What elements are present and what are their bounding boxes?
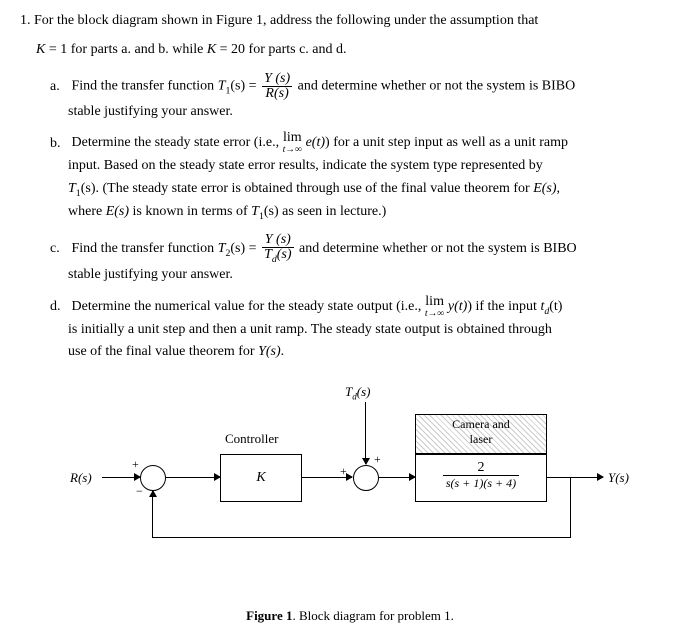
plant-box: 2 s(s + 1)(s + 4) [415, 454, 547, 502]
intro-line-1: 1. For the block diagram shown in Figure… [20, 10, 680, 31]
var-k: K [256, 470, 265, 485]
plus-sign: + [132, 457, 139, 472]
y-of-t: y(t) [444, 299, 467, 314]
text: is known in terms of [129, 204, 251, 219]
plus-sign-2: + [340, 464, 347, 479]
e-of-t: e(t) [302, 136, 325, 151]
text: Find the transfer function [72, 241, 218, 256]
part-d: d. Determine the numerical value for the… [50, 295, 680, 364]
text: . [281, 344, 285, 359]
var-es: E(s) [533, 181, 556, 196]
var-t: T [251, 204, 259, 219]
var-t: T [68, 181, 76, 196]
arrow-to-y [547, 477, 603, 478]
lim-sub: t→∞ [283, 145, 303, 155]
plant-denominator: s(s + 1)(s + 4) [443, 476, 519, 491]
text: = 1 for parts a. and b. while [45, 42, 206, 57]
td-paren: (t) [549, 299, 562, 314]
paren: (s) = [230, 79, 260, 94]
fb-down [570, 477, 571, 537]
arrow-to-controller [166, 477, 220, 478]
y-label: Y(s) [608, 470, 629, 486]
text: where [68, 204, 106, 219]
fb-up [152, 491, 153, 537]
text: ) for a unit step input as well as a uni… [325, 136, 568, 151]
denominator: Td(s) [262, 248, 293, 265]
numerator: Y (s) [262, 233, 293, 248]
arrow-to-plant [379, 477, 415, 478]
part-a: a. Find the transfer function T1(s) = Y … [50, 72, 680, 123]
fraction: Y (s)R(s) [262, 72, 292, 101]
text: Find the transfer function [72, 79, 218, 94]
td-arrow [365, 402, 366, 464]
plus-sign-3: + [374, 452, 381, 467]
denominator: R(s) [262, 87, 292, 101]
plant-numerator: 2 [443, 460, 519, 476]
text: (s). (The steady state error is obtained… [81, 181, 534, 196]
var-k: K [36, 42, 45, 57]
lim-text: lim [425, 295, 445, 309]
text: , [557, 181, 561, 196]
lim-text: lim [283, 131, 303, 145]
text: input. Based on the steady state error r… [68, 158, 543, 173]
figure-caption: Figure 1. Block diagram for problem 1. [20, 608, 680, 624]
text: Determine the numerical value for the st… [72, 299, 425, 314]
var-es: E(s) [106, 204, 129, 219]
summing-junction-2 [353, 465, 379, 491]
paren: (s) = [230, 241, 260, 256]
text: and determine whether or not the system … [294, 79, 575, 94]
text: is initially a unit step and then a unit… [68, 322, 552, 337]
summing-junction-1 [140, 465, 166, 491]
label-c: c. [50, 238, 68, 260]
fraction: Y (s)Td(s) [262, 233, 293, 265]
text: ) if the input [467, 299, 540, 314]
controller-box: K [220, 454, 302, 502]
lim-sub: t→∞ [425, 309, 445, 319]
label-a: a. [50, 76, 68, 98]
text: use of the final value theorem for [68, 344, 258, 359]
part-c: c. Find the transfer function T2(s) = Y … [50, 233, 680, 287]
label-d: d. [50, 296, 68, 318]
intro-line-2: K = 1 for parts a. and b. while K = 20 f… [36, 39, 680, 60]
text: = 20 for parts c. and d. [216, 42, 346, 57]
camera-laser-label-box: Camera andlaser [415, 414, 547, 454]
numerator: Y (s) [262, 72, 292, 87]
text: Determine the steady state error (i.e., [72, 136, 283, 151]
var-k: K [207, 42, 216, 57]
text: stable justifying your answer. [68, 267, 233, 282]
fb-horiz [152, 537, 571, 538]
part-b: b. Determine the steady state error (i.e… [50, 131, 680, 224]
text: stable justifying your answer. [68, 104, 233, 119]
controller-label: Controller [225, 431, 278, 447]
text: (s) as seen in lecture.) [264, 204, 386, 219]
var-ys: Y(s) [258, 344, 281, 359]
td-label: Td(s) [345, 384, 371, 402]
text: and determine whether or not the system … [296, 241, 577, 256]
minus-sign: − [136, 484, 143, 499]
label-b: b. [50, 133, 68, 155]
r-arrow [102, 477, 140, 478]
block-diagram: Td(s) R(s) + − Controller K + + Camera a… [70, 384, 630, 584]
r-label: R(s) [70, 470, 92, 486]
